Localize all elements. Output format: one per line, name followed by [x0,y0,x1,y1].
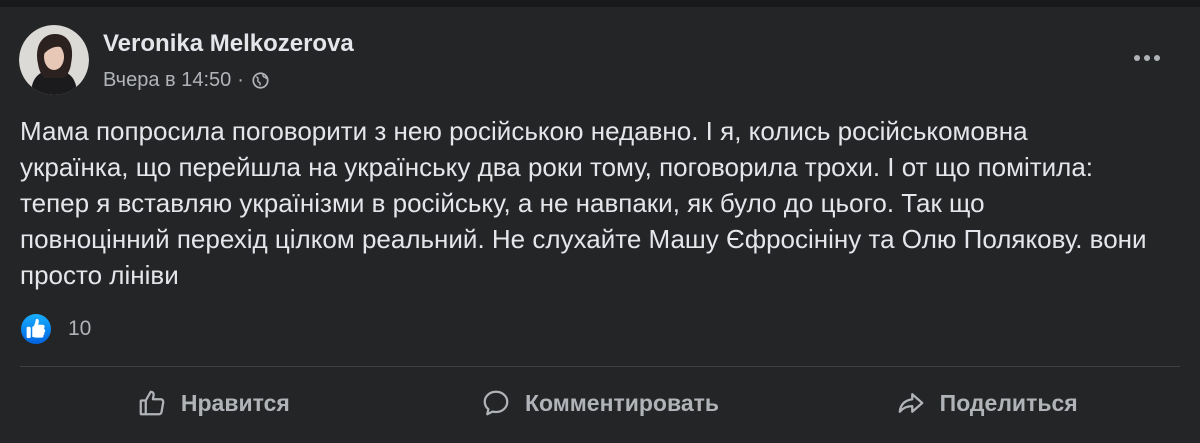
author-avatar[interactable] [19,25,89,95]
post-actions: Нравится Комментировать Поделиться [20,378,1180,428]
meta-separator: · [237,69,244,91]
post-text-line: просто лініви [20,260,179,290]
avatar-image [19,25,89,95]
more-dot [1144,55,1150,61]
reactions-summary[interactable]: 10 [21,314,91,344]
share-button[interactable]: Поделиться [793,378,1180,428]
author-name[interactable]: Veronika Melkozerova [103,29,354,59]
more-dot [1154,55,1160,61]
like-button-label: Нравится [180,389,290,416]
post-timestamp[interactable]: Вчера в 14:50 [103,67,231,93]
post-meta: Вчера в 14:50 · [103,67,269,93]
like-button[interactable]: Нравится [20,378,407,428]
more-options-icon[interactable] [1125,38,1169,78]
post-card: Veronika Melkozerova Вчера в 14:50 · Мам… [0,7,1200,443]
comment-button-label: Комментировать [524,389,720,416]
share-icon [896,388,926,418]
share-button-label: Поделиться [939,389,1078,416]
comment-icon [481,388,511,418]
post-text-line: повноцінний перехід цілком реальний. Не … [20,224,1147,254]
post-text-line: українка, що перейшла на українську два … [20,152,1094,182]
post-text-line: Мама попросила поговорити з нею російськ… [20,116,1028,146]
globe-icon [252,71,269,89]
comment-button[interactable]: Комментировать [407,378,794,428]
post-text: Мама попросила поговорити з нею російськ… [20,113,1147,293]
actions-divider [20,366,1180,367]
like-reaction-icon[interactable] [21,314,51,344]
post-text-line: тепер я вставляю українізми в російську,… [20,188,985,218]
more-dot [1134,55,1140,61]
reaction-count[interactable]: 10 [68,316,91,342]
thumbs-up-icon [137,388,167,418]
